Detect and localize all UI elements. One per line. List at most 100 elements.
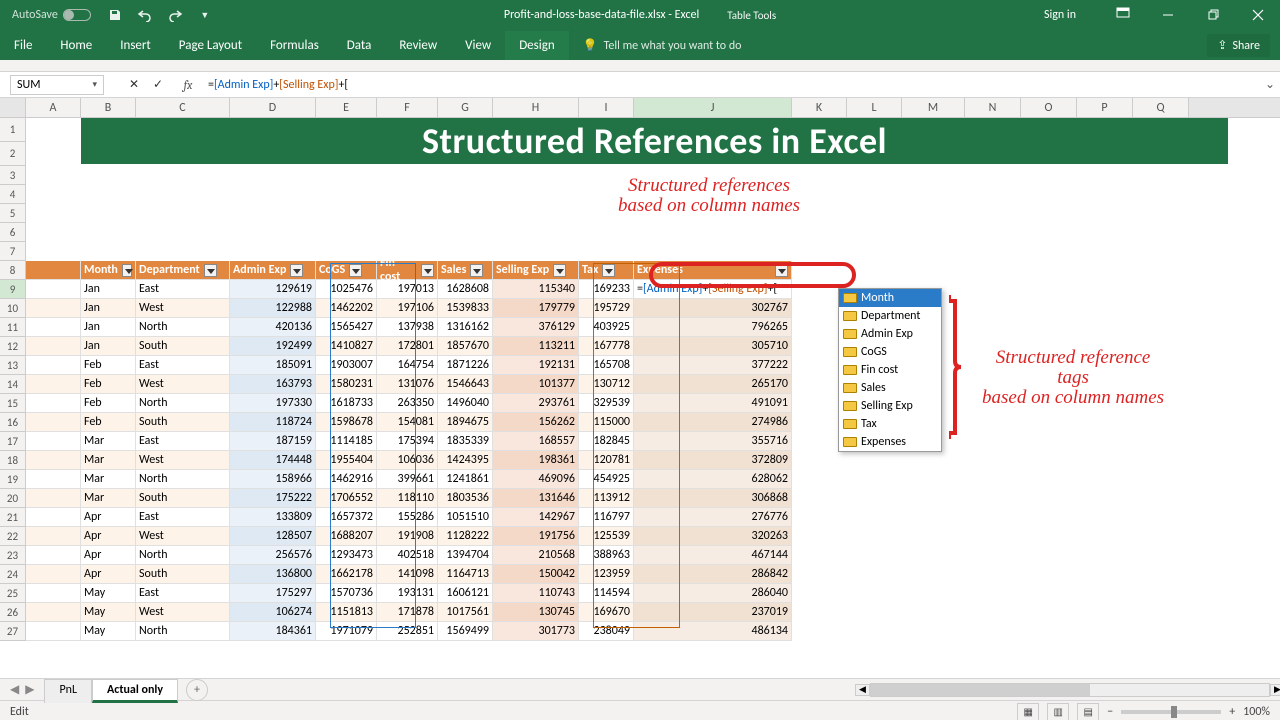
cell[interactable]: 141098 bbox=[377, 565, 438, 584]
cell[interactable]: 1628608 bbox=[438, 280, 493, 299]
undo-icon[interactable] bbox=[137, 7, 153, 23]
cell[interactable]: 1803536 bbox=[438, 489, 493, 508]
cell[interactable]: 128507 bbox=[230, 527, 316, 546]
cell[interactable]: 125539 bbox=[579, 527, 634, 546]
cell[interactable]: 168557 bbox=[493, 432, 579, 451]
cell[interactable] bbox=[26, 413, 81, 432]
cell[interactable]: 156262 bbox=[493, 413, 579, 432]
cell[interactable]: Apr bbox=[81, 527, 136, 546]
cell[interactable]: South bbox=[136, 413, 230, 432]
filter-icon[interactable] bbox=[290, 264, 303, 277]
share-button[interactable]: ⇪ Share bbox=[1207, 34, 1270, 57]
cell[interactable]: East bbox=[136, 508, 230, 527]
col-G[interactable]: G bbox=[438, 98, 493, 117]
autocomplete-item[interactable]: Fin cost bbox=[839, 361, 941, 379]
name-box[interactable]: SUM bbox=[10, 75, 104, 95]
filter-icon[interactable] bbox=[553, 264, 566, 277]
cell[interactable]: North bbox=[136, 622, 230, 641]
col-D[interactable]: D bbox=[230, 98, 316, 117]
tab-insert[interactable]: Insert bbox=[106, 31, 165, 60]
cell[interactable]: 184361 bbox=[230, 622, 316, 641]
cell[interactable]: Jan bbox=[81, 318, 136, 337]
cell[interactable]: 454925 bbox=[579, 470, 634, 489]
autocomplete-item[interactable]: Selling Exp bbox=[839, 397, 941, 415]
cell[interactable]: 122988 bbox=[230, 299, 316, 318]
cell[interactable]: 175222 bbox=[230, 489, 316, 508]
ribbon-display-options-icon[interactable] bbox=[1100, 7, 1145, 23]
cell[interactable]: 1706552 bbox=[316, 489, 377, 508]
close-button[interactable] bbox=[1235, 0, 1280, 30]
cell[interactable]: Mar bbox=[81, 489, 136, 508]
zoom-slider[interactable] bbox=[1121, 710, 1221, 714]
redo-icon[interactable] bbox=[167, 7, 183, 23]
select-all-corner[interactable] bbox=[0, 98, 26, 117]
cell[interactable]: 377222 bbox=[634, 356, 792, 375]
cell[interactable]: 113211 bbox=[493, 337, 579, 356]
cell[interactable]: 491091 bbox=[634, 394, 792, 413]
col-O[interactable]: O bbox=[1021, 98, 1077, 117]
autocomplete-item[interactable]: Department bbox=[839, 307, 941, 325]
cell[interactable]: 110743 bbox=[493, 584, 579, 603]
page-break-view-icon[interactable]: ▤ bbox=[1077, 703, 1099, 720]
sheet-scroll-right-icon[interactable]: ▶ bbox=[25, 682, 34, 697]
cell[interactable]: East bbox=[136, 280, 230, 299]
cell[interactable] bbox=[26, 489, 81, 508]
col-I[interactable]: I bbox=[579, 98, 634, 117]
cell[interactable]: 192499 bbox=[230, 337, 316, 356]
filter-icon[interactable] bbox=[470, 264, 483, 277]
cell[interactable]: 1903007 bbox=[316, 356, 377, 375]
cell[interactable]: 174448 bbox=[230, 451, 316, 470]
zoom-level[interactable]: 100% bbox=[1243, 705, 1270, 719]
cell[interactable]: 1462916 bbox=[316, 470, 377, 489]
cell[interactable]: 1462202 bbox=[316, 299, 377, 318]
cell[interactable]: North bbox=[136, 546, 230, 565]
autocomplete-item[interactable]: Expenses bbox=[839, 433, 941, 451]
cell[interactable]: Feb bbox=[81, 356, 136, 375]
cancel-formula-icon[interactable]: ✕ bbox=[122, 77, 146, 92]
cell[interactable]: 1241861 bbox=[438, 470, 493, 489]
tab-file[interactable]: File bbox=[0, 31, 46, 60]
cell[interactable]: 175394 bbox=[377, 432, 438, 451]
cell[interactable]: Apr bbox=[81, 508, 136, 527]
cell[interactable] bbox=[26, 470, 81, 489]
cell[interactable]: South bbox=[136, 337, 230, 356]
sheet-scroll-left-icon[interactable]: ◀ bbox=[10, 682, 19, 697]
cell[interactable]: 167778 bbox=[579, 337, 634, 356]
tab-formulas[interactable]: Formulas bbox=[256, 31, 333, 60]
cell[interactable] bbox=[26, 356, 81, 375]
scroll-right-icon[interactable]: ▶ bbox=[1270, 684, 1280, 696]
cell[interactable]: Mar bbox=[81, 432, 136, 451]
cell[interactable]: 1316162 bbox=[438, 318, 493, 337]
cell[interactable]: 133809 bbox=[230, 508, 316, 527]
cell[interactable]: Jan bbox=[81, 337, 136, 356]
hdr-sales[interactable]: Sales bbox=[438, 261, 493, 280]
autocomplete-item[interactable]: Tax bbox=[839, 415, 941, 433]
cell[interactable]: 467144 bbox=[634, 546, 792, 565]
cell[interactable] bbox=[26, 432, 81, 451]
cell[interactable]: 169670 bbox=[579, 603, 634, 622]
cell[interactable]: 164754 bbox=[377, 356, 438, 375]
cell[interactable]: 1025476 bbox=[316, 280, 377, 299]
cell[interactable] bbox=[26, 527, 81, 546]
cell[interactable]: 1598678 bbox=[316, 413, 377, 432]
cell[interactable]: North bbox=[136, 394, 230, 413]
cell[interactable]: West bbox=[136, 451, 230, 470]
cell[interactable]: 1164713 bbox=[438, 565, 493, 584]
cell[interactable]: 1565427 bbox=[316, 318, 377, 337]
cell[interactable]: Feb bbox=[81, 375, 136, 394]
cell[interactable]: 1410827 bbox=[316, 337, 377, 356]
cell[interactable]: 198361 bbox=[493, 451, 579, 470]
cell[interactable]: 129619 bbox=[230, 280, 316, 299]
cell[interactable]: Apr bbox=[81, 565, 136, 584]
cell[interactable]: 150042 bbox=[493, 565, 579, 584]
normal-view-icon[interactable]: ▦ bbox=[1017, 703, 1039, 720]
restore-button[interactable] bbox=[1190, 0, 1235, 30]
col-C[interactable]: C bbox=[136, 98, 230, 117]
hdr-admin-exp[interactable]: Admin Exp bbox=[230, 261, 316, 280]
cell[interactable]: 469096 bbox=[493, 470, 579, 489]
cell[interactable]: 329539 bbox=[579, 394, 634, 413]
cell[interactable]: 137938 bbox=[377, 318, 438, 337]
cell[interactable]: 155286 bbox=[377, 508, 438, 527]
cell[interactable]: 1128222 bbox=[438, 527, 493, 546]
cell[interactable]: 265170 bbox=[634, 375, 792, 394]
